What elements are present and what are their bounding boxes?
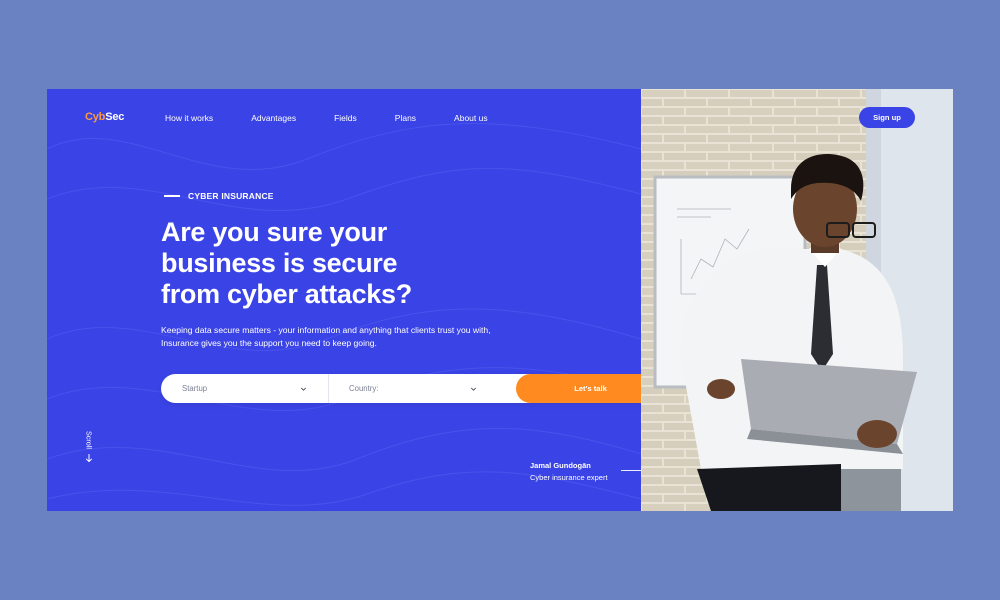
nav-about-us[interactable]: About us — [454, 113, 488, 123]
arrow-down-icon — [85, 453, 93, 463]
nav-advantages[interactable]: Advantages — [251, 113, 296, 123]
chevron-down-icon — [470, 387, 477, 391]
main-nav: How it works Advantages Fields Plans Abo… — [165, 113, 526, 123]
logo-part2: Sec — [105, 111, 125, 123]
person-name: Jamal Gundogān — [530, 461, 591, 470]
chevron-down-icon — [300, 387, 307, 391]
search-bar: Startup Country: Let's talk — [161, 374, 665, 403]
hero-photo: Sign up — [641, 89, 953, 511]
country-value: Country: — [349, 384, 379, 393]
business-type-select[interactable]: Startup — [161, 374, 329, 403]
person-caption: Jamal Gundogān Cyber insurance expert — [530, 461, 608, 482]
nav-how-it-works[interactable]: How it works — [165, 113, 213, 123]
logo-part1: Cyb — [85, 111, 106, 123]
nav-fields[interactable]: Fields — [334, 113, 357, 123]
scroll-label: Scroll — [84, 431, 94, 449]
headline-line-3: from cyber attacks? — [161, 279, 412, 309]
nav-plans[interactable]: Plans — [395, 113, 416, 123]
hero-headline: Are you sure your business is secure fro… — [161, 217, 601, 310]
business-type-value: Startup — [182, 384, 208, 393]
scroll-indicator[interactable]: Scroll — [84, 431, 94, 463]
person-role: Cyber insurance expert — [530, 473, 608, 482]
caption-line — [621, 470, 643, 471]
eyebrow-line — [164, 195, 180, 197]
section-eyebrow: CYBER INSURANCE — [164, 191, 274, 201]
hero-description: Keeping data secure matters - your infor… — [161, 325, 491, 348]
headline-line-1: Are you sure your — [161, 217, 387, 247]
hero-frame: CybSec How it works Advantages Fields Pl… — [47, 89, 953, 511]
sign-up-button[interactable]: Sign up — [859, 107, 915, 128]
eyebrow-text: CYBER INSURANCE — [188, 191, 274, 201]
brand-logo[interactable]: CybSec — [85, 111, 124, 123]
country-select[interactable]: Country: — [329, 374, 516, 403]
headline-line-2: business is secure — [161, 248, 398, 278]
